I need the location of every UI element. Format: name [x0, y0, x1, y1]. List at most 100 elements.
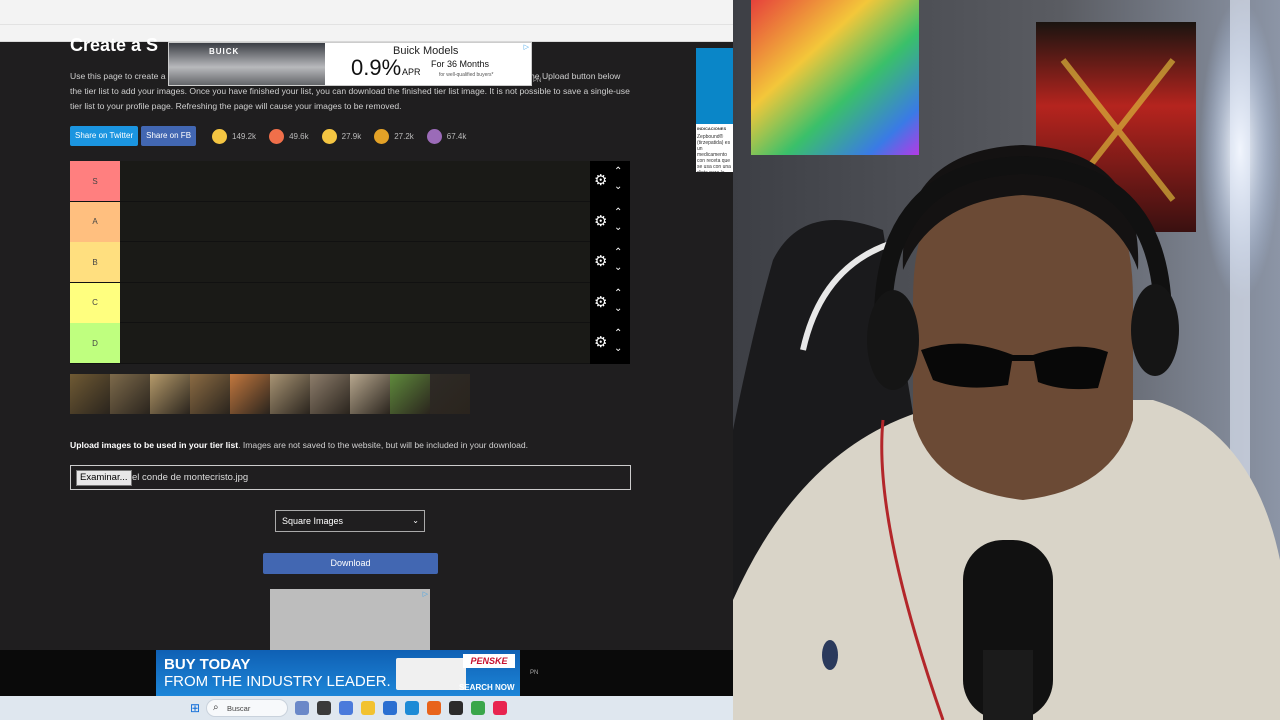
ad-logo: PENSKE: [463, 654, 515, 668]
obs-icon[interactable]: [449, 701, 463, 715]
photo-app-icon[interactable]: [295, 701, 309, 715]
taskbar-search-placeholder: Buscar: [227, 704, 251, 713]
chevron-up-icon[interactable]: ⌃: [614, 248, 622, 258]
tier-controls: ⚙ ⌃ ⌄: [590, 161, 630, 202]
gear-icon[interactable]: ⚙: [594, 335, 607, 350]
bank-image[interactable]: [230, 374, 270, 414]
side-ad-image: [696, 48, 733, 124]
reaction-button[interactable]: 49.6k: [269, 128, 309, 144]
ad-tag: PN: [530, 670, 539, 676]
task-view-icon[interactable]: [317, 701, 331, 715]
tier-controls: ⚙ ⌃ ⌄: [590, 201, 630, 242]
chevron-down-icon[interactable]: ⌄: [614, 344, 622, 354]
bank-image[interactable]: [190, 374, 230, 414]
tier-row[interactable]: S ⚙ ⌃ ⌄: [70, 161, 630, 202]
buick-ad-banner[interactable]: BUICK Buick Models 0.9% APR For 36 Month…: [168, 42, 532, 86]
tier-list: S ⚙ ⌃ ⌄ A ⚙ ⌃ ⌄ B ⚙ ⌃ ⌄ C ⚙ ⌃ ⌄ D ⚙ ⌃ ⌄: [70, 161, 630, 364]
copilot-icon[interactable]: [339, 701, 353, 715]
file-explorer-icon[interactable]: [361, 701, 375, 715]
store-icon[interactable]: [383, 701, 397, 715]
ad-apr: APR: [402, 67, 421, 77]
file-name: el conde de montecristo.jpg: [132, 472, 249, 483]
reaction-count: 49.6k: [289, 131, 309, 141]
chevron-up-icon[interactable]: ⌃: [614, 329, 622, 339]
upload-label-bold: Upload images to be used in your tier li…: [70, 440, 239, 450]
chevron-up-icon[interactable]: ⌃: [614, 288, 622, 299]
chevron-up-icon[interactable]: ⌃: [614, 167, 622, 177]
tiktok-icon[interactable]: [493, 701, 507, 715]
chevron-down-icon[interactable]: ⌄: [614, 222, 622, 233]
bank-image[interactable]: [110, 374, 150, 414]
grin-emoji-icon: [212, 128, 228, 144]
tier-label[interactable]: C: [70, 282, 120, 323]
reaction-count: 27.2k: [394, 131, 414, 141]
ad-cta[interactable]: SEARCH NOW: [459, 683, 515, 692]
chevron-down-icon[interactable]: ⌄: [614, 263, 622, 273]
tier-controls: ⚙ ⌃ ⌄: [590, 282, 630, 323]
side-ad-label: INDICACIONES: [697, 126, 727, 131]
download-button[interactable]: Download: [263, 553, 438, 574]
reaction-button[interactable]: 67.4k: [426, 128, 467, 144]
ad-term: For 36 Months: [431, 59, 490, 69]
share-fb-button[interactable]: Share on FB: [141, 126, 197, 146]
tier-row[interactable]: C ⚙ ⌃ ⌄: [70, 282, 630, 323]
tier-row[interactable]: A ⚙ ⌃ ⌄: [70, 201, 630, 242]
chevron-down-icon[interactable]: ⌄: [614, 303, 622, 314]
tier-row[interactable]: B ⚙ ⌃ ⌄: [70, 242, 630, 283]
ad-brand: BUICK: [209, 47, 240, 56]
laughing-emoji-icon: [321, 128, 337, 144]
windows-start-icon[interactable]: ⊞: [190, 702, 202, 714]
tier-label[interactable]: B: [70, 242, 120, 282]
bank-image[interactable]: [70, 374, 110, 414]
ad-fine-print: for well-qualified buyers*: [439, 72, 494, 78]
gear-icon[interactable]: ⚙: [594, 214, 607, 229]
reaction-button[interactable]: 27.9k: [321, 128, 362, 144]
bank-image[interactable]: [150, 374, 190, 414]
chevron-up-icon[interactable]: ⌃: [614, 207, 622, 218]
heart-eyes-emoji-icon: [269, 128, 285, 144]
upload-label-rest: . Images are not saved to the website, b…: [238, 440, 529, 450]
ad-rate: 0.9%: [351, 55, 402, 80]
side-ad[interactable]: INDICACIONES Zepbound® (tirzepatida) es …: [696, 48, 733, 172]
toolbar-divider: [0, 24, 733, 25]
chevron-down-icon[interactable]: ⌄: [614, 182, 622, 192]
file-input[interactable]: Examinar... el conde de montecristo.jpg: [70, 465, 631, 490]
reaction-button[interactable]: 149.2k: [212, 128, 256, 144]
bank-image[interactable]: [430, 374, 470, 414]
penske-ad[interactable]: BUY TODAY FROM THE INDUSTRY LEADER. PENS…: [156, 650, 520, 696]
tier-label[interactable]: S: [70, 161, 120, 201]
taskbar-search[interactable]: ⌕ Buscar: [206, 699, 288, 717]
firefox-icon[interactable]: [427, 701, 441, 715]
image-bank: [70, 374, 470, 414]
browse-button[interactable]: Examinar...: [76, 470, 132, 486]
tier-controls: ⚙ ⌃ ⌄: [590, 323, 630, 364]
upload-instructions: Upload images to be used in your tier li…: [70, 440, 528, 450]
reaction-button[interactable]: 27.2k: [374, 128, 414, 144]
image-style-select[interactable]: Square Images ⌄: [275, 510, 425, 532]
edge-icon[interactable]: [405, 701, 419, 715]
ad-truck-image: [396, 658, 466, 690]
bank-image[interactable]: [350, 374, 390, 414]
bank-image[interactable]: [310, 374, 350, 414]
gear-icon[interactable]: ⚙: [594, 173, 607, 188]
bank-image[interactable]: [390, 374, 430, 414]
share-twitter-button[interactable]: Share on Twitter: [70, 126, 139, 146]
reaction-count: 67.4k: [446, 131, 467, 141]
bank-image[interactable]: [270, 374, 310, 414]
reaction-count: 27.9k: [341, 131, 362, 141]
tier-row[interactable]: D ⚙ ⌃ ⌄: [70, 323, 630, 364]
tier-label[interactable]: D: [70, 323, 120, 363]
ad-choices-icon[interactable]: ▷: [524, 43, 529, 51]
tier-label[interactable]: A: [70, 201, 120, 242]
streamer-webcam-image: [733, 0, 1280, 720]
desktop-screen: Create a S Use this page to create a tie…: [0, 0, 733, 720]
poop-emoji-icon: [426, 128, 442, 144]
gear-icon[interactable]: ⚙: [594, 254, 607, 269]
xbox-icon[interactable]: [471, 701, 485, 715]
mid-ad-placeholder[interactable]: ▷: [270, 589, 430, 653]
ad-headline: Buick Models: [393, 45, 459, 57]
ad-choices-icon[interactable]: ▷: [423, 590, 428, 598]
ad-car-image: [169, 43, 325, 85]
image-style-value: Square Images: [282, 516, 344, 526]
gear-icon[interactable]: ⚙: [594, 295, 607, 310]
